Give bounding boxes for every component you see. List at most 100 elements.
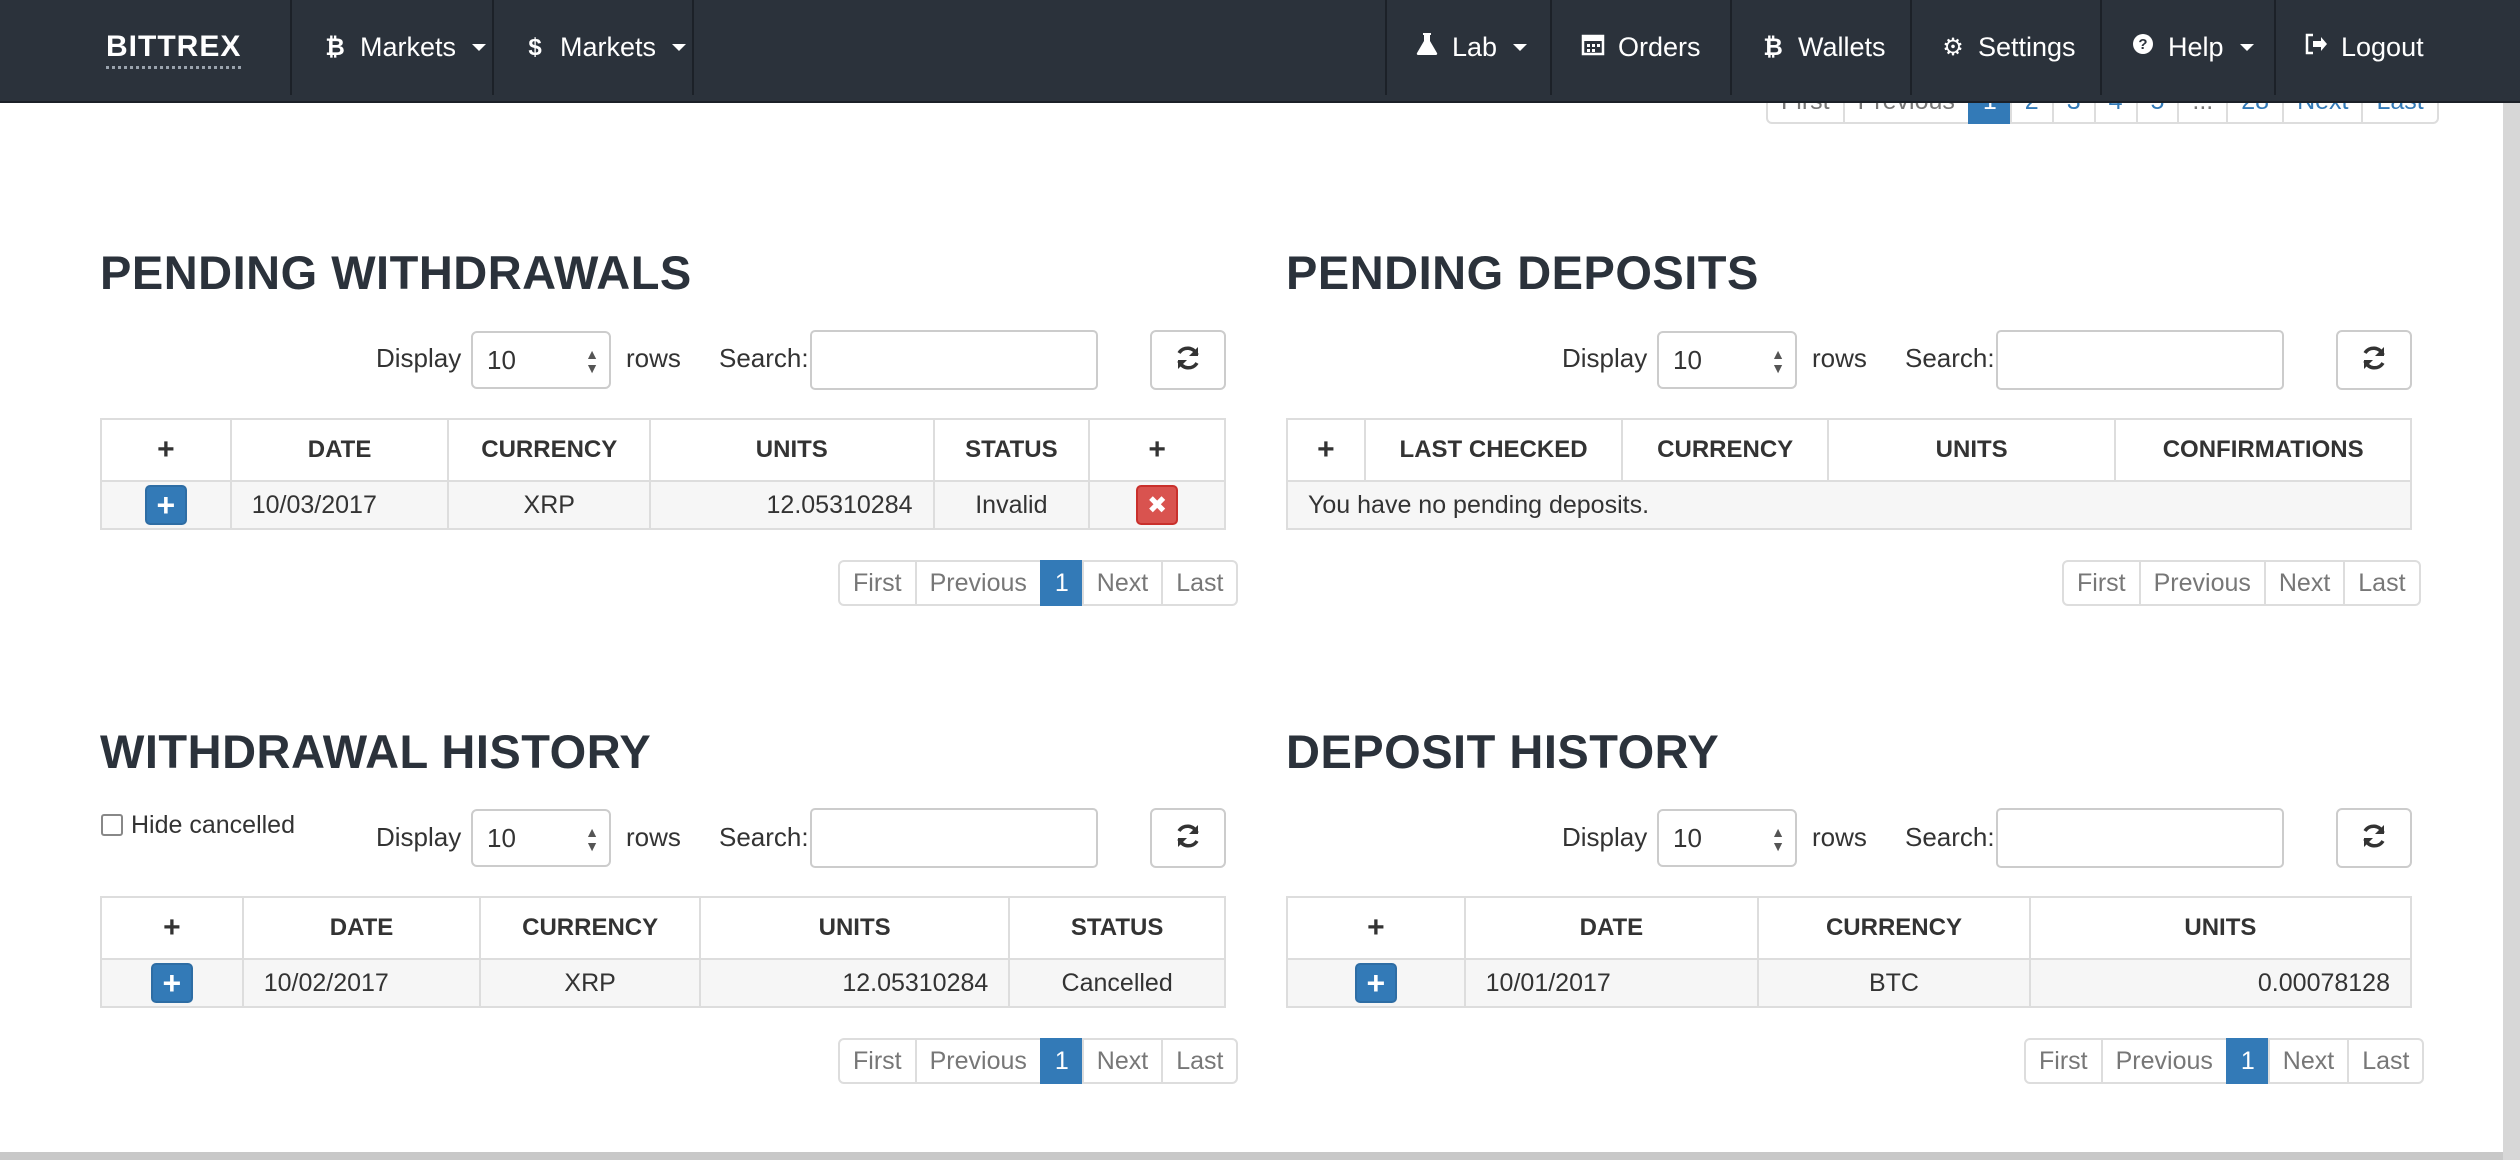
- cell-date: 10/02/2017: [241, 958, 482, 1008]
- pager-next[interactable]: Next: [1081, 1038, 1164, 1084]
- nav-lab-label: Lab: [1452, 32, 1498, 62]
- cell-date: 10/01/2017: [1463, 958, 1760, 1008]
- hide-cancelled-label[interactable]: Hide cancelled: [131, 811, 295, 840]
- hide-cancelled-checkbox[interactable]: [101, 814, 123, 836]
- nav-settings[interactable]: ⚙ Settings: [1940, 0, 2075, 95]
- refresh-icon: [2360, 344, 2388, 377]
- deposit-history-title: DEPOSIT HISTORY: [1286, 725, 1720, 778]
- pending-withdrawals-search-input[interactable]: [810, 330, 1098, 390]
- withdrawal-history-table: + DATE CURRENCY UNITS STATUS + 10/02/201…: [100, 896, 1226, 1008]
- rows-select-value: 10: [487, 344, 516, 375]
- pending-deposits-rows-select[interactable]: 10 ▲ ▼: [1657, 331, 1797, 389]
- expand-row-button[interactable]: +: [1354, 963, 1397, 1003]
- column-header-confirmations[interactable]: CONFIRMATIONS: [2114, 418, 2412, 482]
- cell-status: Invalid: [932, 480, 1091, 530]
- caret-down-icon: [672, 44, 687, 51]
- nav-logout[interactable]: Logout: [2303, 0, 2424, 95]
- nav-wallets-label: Wallets: [1798, 32, 1886, 62]
- column-header-units[interactable]: UNITS: [2028, 896, 2413, 960]
- pager-last[interactable]: Last: [1161, 1038, 1239, 1084]
- column-header-currency[interactable]: CURRENCY: [447, 418, 652, 482]
- deposit-history-refresh-button[interactable]: [2336, 808, 2412, 868]
- pending-deposits-search-input[interactable]: [1996, 330, 2284, 390]
- bitcoin-icon: ₿: [325, 33, 345, 61]
- column-header-last-checked[interactable]: LAST CHECKED: [1363, 418, 1624, 482]
- nav-separator: [492, 0, 494, 95]
- column-header-date[interactable]: DATE: [229, 418, 450, 482]
- display-label: Display: [376, 343, 462, 373]
- pager-first[interactable]: First: [838, 1038, 917, 1084]
- expand-row-button[interactable]: +: [144, 485, 187, 525]
- pager-previous[interactable]: Previous: [914, 560, 1042, 606]
- pager-last[interactable]: Last: [2347, 1038, 2425, 1084]
- pending-withdrawals-title: PENDING WITHDRAWALS: [100, 246, 692, 299]
- nav-separator: [290, 0, 292, 95]
- pager-page-1[interactable]: 1: [1039, 560, 1084, 606]
- table-row: + 10/02/2017 XRP 12.05310284 Cancelled: [100, 958, 1226, 1008]
- search-label: Search:: [1905, 822, 1995, 852]
- display-label: Display: [376, 822, 462, 852]
- column-header-units[interactable]: UNITS: [1827, 418, 2117, 482]
- pending-deposits-refresh-button[interactable]: [2336, 330, 2412, 390]
- pager-previous[interactable]: Previous: [914, 1038, 1042, 1084]
- pending-withdrawals-table: + DATE CURRENCY UNITS STATUS + + 10/03/2…: [100, 418, 1226, 530]
- pending-withdrawals-refresh-button[interactable]: [1150, 330, 1226, 390]
- brand-logo[interactable]: BITTREX: [106, 30, 242, 69]
- pending-withdrawals-rows-select[interactable]: 10 ▲ ▼: [471, 331, 611, 389]
- withdrawal-history-rows-select[interactable]: 10 ▲ ▼: [471, 809, 611, 867]
- cell-status: Cancelled: [1008, 958, 1226, 1008]
- nav-orders-label: Orders: [1618, 32, 1701, 62]
- pager-last[interactable]: Last: [1161, 560, 1239, 606]
- pager-next[interactable]: Next: [2263, 560, 2346, 606]
- column-header-currency[interactable]: CURRENCY: [1621, 418, 1830, 482]
- pager-previous[interactable]: Previous: [2100, 1038, 2228, 1084]
- cell-currency: BTC: [1757, 958, 2031, 1008]
- nav-btc-markets[interactable]: ₿ Markets: [322, 0, 487, 95]
- pending-withdrawals-pagination: First Previous 1 Next Last: [838, 560, 1239, 606]
- column-header-units[interactable]: UNITS: [649, 418, 935, 482]
- caret-down-icon: [472, 44, 487, 51]
- column-header-expand: +: [1286, 418, 1366, 482]
- deposit-history-rows-select[interactable]: 10 ▲ ▼: [1657, 809, 1797, 867]
- pending-deposits-title: PENDING DEPOSITS: [1286, 246, 1759, 299]
- nav-orders[interactable]: Orders: [1580, 0, 1701, 95]
- column-header-date[interactable]: DATE: [1463, 896, 1760, 960]
- withdrawal-history-pagination: First Previous 1 Next Last: [838, 1038, 1239, 1084]
- pager-previous[interactable]: Previous: [2138, 560, 2266, 606]
- pager-page-1[interactable]: 1: [1039, 1038, 1084, 1084]
- pager-first[interactable]: First: [2024, 1038, 2103, 1084]
- pending-deposits-table: + LAST CHECKED CURRENCY UNITS CONFIRMATI…: [1286, 418, 2412, 530]
- deposit-history-search-input[interactable]: [1996, 808, 2284, 868]
- nav-wallets[interactable]: ₿ Wallets: [1760, 0, 1886, 95]
- pager-last[interactable]: Last: [2343, 560, 2421, 606]
- nav-separator: [2100, 0, 2102, 95]
- expand-row-button[interactable]: +: [150, 963, 193, 1003]
- column-header-currency[interactable]: CURRENCY: [1757, 896, 2031, 960]
- pager-next[interactable]: Next: [1081, 560, 1164, 606]
- rows-label: rows: [626, 343, 681, 373]
- pager-first[interactable]: First: [838, 560, 917, 606]
- withdrawal-history-refresh-button[interactable]: [1150, 808, 1226, 868]
- table-header-row: + LAST CHECKED CURRENCY UNITS CONFIRMATI…: [1286, 418, 2412, 482]
- nav-help[interactable]: ? Help: [2130, 0, 2254, 95]
- column-header-units[interactable]: UNITS: [698, 896, 1011, 960]
- column-header-date[interactable]: DATE: [241, 896, 482, 960]
- pager-first[interactable]: First: [2062, 560, 2141, 606]
- nav-usd-markets[interactable]: $ Markets: [522, 0, 687, 95]
- nav-lab[interactable]: Lab: [1414, 0, 1528, 95]
- cancel-withdrawal-button[interactable]: ✖: [1136, 485, 1179, 525]
- table-row: + 10/01/2017 BTC 0.00078128: [1286, 958, 2413, 1008]
- rows-select-value: 10: [1673, 344, 1702, 375]
- search-label: Search:: [719, 343, 809, 373]
- display-label: Display: [1562, 343, 1648, 373]
- refresh-icon: [1174, 822, 1202, 855]
- column-header-currency[interactable]: CURRENCY: [479, 896, 701, 960]
- pager-next[interactable]: Next: [2267, 1038, 2350, 1084]
- gear-icon: ⚙: [1942, 34, 1964, 61]
- column-header-status[interactable]: STATUS: [1008, 896, 1226, 960]
- cell-units: 12.05310284: [698, 958, 1011, 1008]
- pager-page-1[interactable]: 1: [2225, 1038, 2270, 1084]
- cell-units: 12.05310284: [649, 480, 935, 530]
- withdrawal-history-search-input[interactable]: [810, 808, 1098, 868]
- column-header-status[interactable]: STATUS: [932, 418, 1091, 482]
